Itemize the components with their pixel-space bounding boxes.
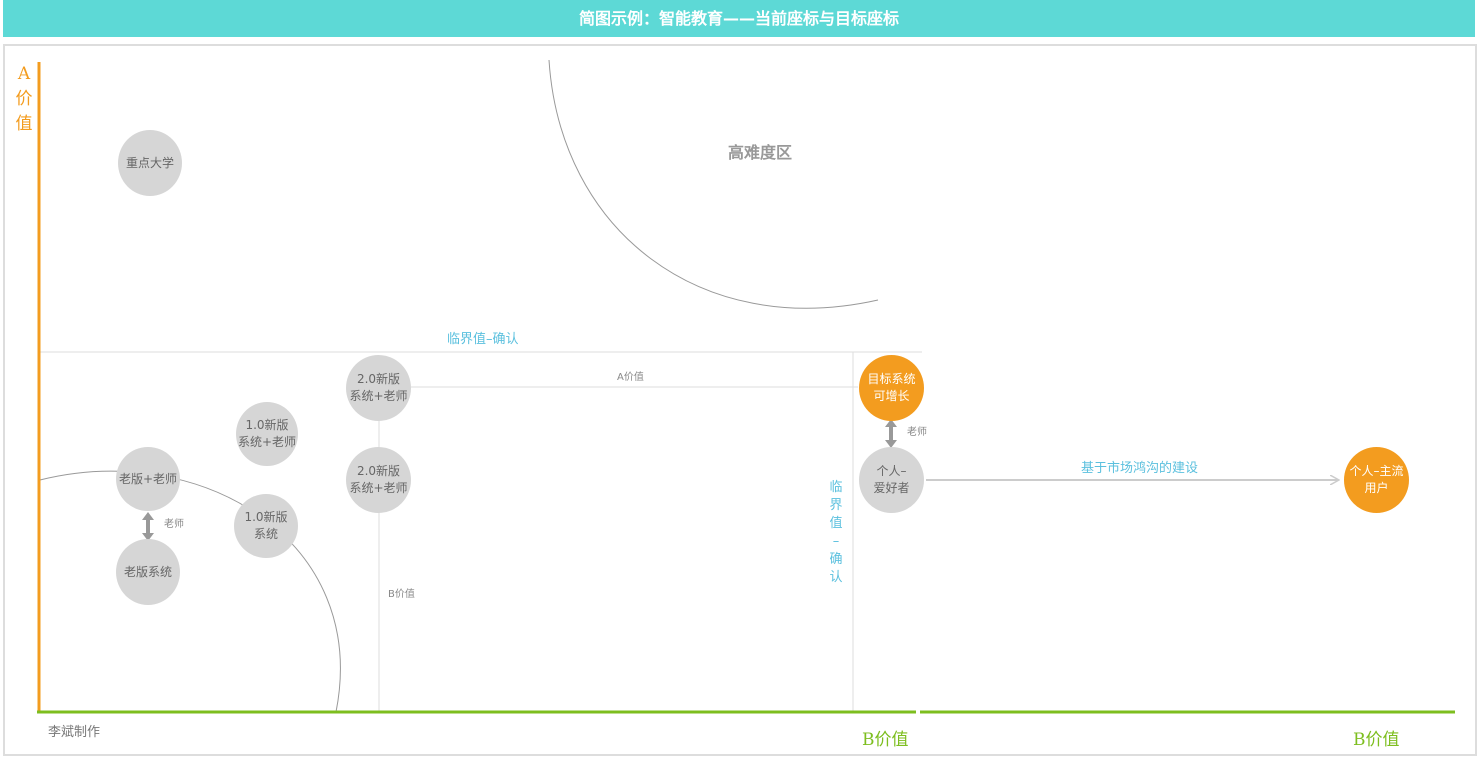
author-credit: 李斌制作 (48, 725, 101, 740)
threshold-vertical-char: 界 (829, 498, 843, 513)
b-value-guide-label: B价值 (388, 589, 415, 600)
node-label: 个人– 爱好者 (873, 464, 910, 495)
node-v2-plus-teacher-mid: 2.0新版 系统+老师 (346, 447, 411, 513)
a-value-guide-label: A价值 (617, 372, 644, 383)
threshold-vertical-char: – (832, 534, 840, 549)
node-v2-plus-teacher-top: 2.0新版 系统+老师 (346, 355, 411, 421)
node-label: 2.0新版 系统+老师 (349, 464, 408, 495)
teacher-label-left: 老师 (164, 519, 184, 530)
node-old-plus-teacher: 老版+老师 (116, 447, 180, 511)
node-v1-system: 1.0新版 系统 (234, 494, 298, 558)
node-label: 重点大学 (125, 155, 174, 170)
y-axis-label-char: 价 (15, 89, 33, 109)
teacher-arrow-left (142, 512, 154, 541)
diagram-graphics (37, 59, 1455, 714)
threshold-vertical-char: 确 (829, 552, 843, 567)
high-difficulty-arc (548, 59, 879, 309)
node-label: 个人–主流 用户 (1349, 464, 1404, 495)
node-label: 目标系统 可增长 (867, 372, 916, 403)
y-axis-label-char: 值 (15, 114, 33, 134)
node-old-system: 老版系统 (116, 539, 180, 605)
y-axis-label: A 价 值 (12, 62, 36, 137)
node-key-university: 重点大学 (118, 130, 182, 196)
threshold-vertical-char: 值 (829, 516, 843, 531)
node-label: 老版+老师 (118, 471, 178, 486)
threshold-vertical-char: 认 (829, 570, 843, 585)
x-axis-label-current: B价值 (862, 730, 909, 750)
market-gap-label: 基于市场鸿沟的建设 (1081, 461, 1199, 476)
teacher-label-right: 老师 (907, 427, 927, 438)
node-individual-enthusiast: 个人– 爱好者 (859, 447, 924, 513)
node-target-system: 目标系统 可增长 (859, 355, 924, 421)
node-label: 1.0新版 系统+老师 (237, 418, 297, 449)
node-mainstream-user: 个人–主流 用户 (1344, 447, 1409, 513)
x-axis-label-target: B价值 (1353, 730, 1400, 750)
node-v1-plus-teacher: 1.0新版 系统+老师 (236, 402, 298, 466)
teacher-arrow-right (885, 419, 897, 448)
threshold-horizontal-label: 临界值–确认 (447, 332, 519, 347)
node-label: 2.0新版 系统+老师 (349, 372, 408, 403)
diagram-canvas: 简图示例：智能教育——当前座标与目标座标 A 价 值 B价值 B价值 高难度区 … (0, 0, 1478, 757)
node-label: 1.0新版 系统 (244, 510, 288, 541)
node-label: 老版系统 (123, 564, 172, 579)
threshold-vertical-char: 临 (829, 480, 843, 495)
high-difficulty-zone-label: 高难度区 (728, 143, 793, 162)
y-axis-label-char: A (17, 64, 31, 84)
current-zone-arc (39, 470, 341, 713)
threshold-vertical-label: 临 界 值 – 确 认 (826, 479, 846, 587)
